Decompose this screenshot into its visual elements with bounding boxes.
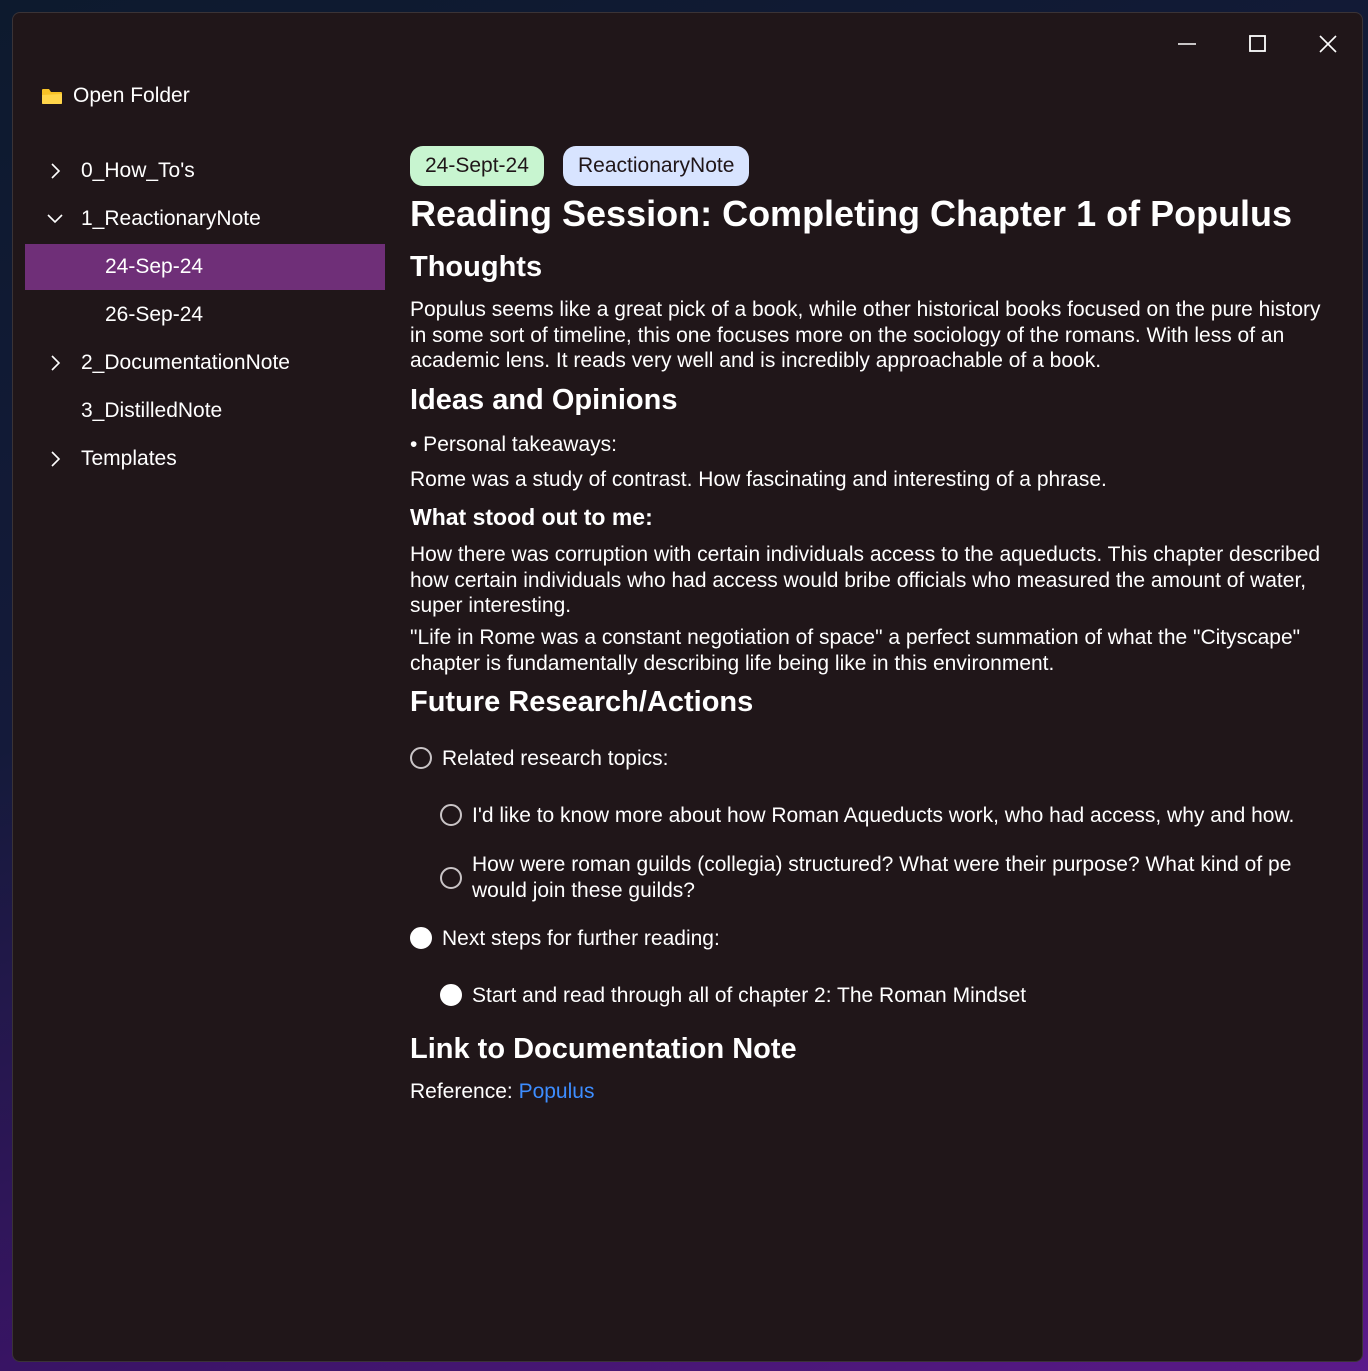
chevron-right-icon xyxy=(51,451,61,467)
sidebar-item-documentation-note[interactable]: 2_DocumentationNote xyxy=(25,340,385,386)
open-folder-button[interactable]: Open Folder xyxy=(41,81,190,111)
task-text: I'd like to know more about how Roman Aq… xyxy=(472,804,1295,827)
task-checkbox-checked[interactable] xyxy=(440,984,462,1006)
sidebar-item-distilled-note[interactable]: 3_DistilledNote xyxy=(25,388,385,434)
heading-ideas: Ideas and Opinions xyxy=(410,384,678,416)
takeaway-text: Rome was a study of contrast. How fascin… xyxy=(410,468,1107,491)
thoughts-paragraph: Populus seems like a great pick of a boo… xyxy=(410,298,1321,372)
sidebar-item-24-sep-24[interactable]: 24-Sep-24 xyxy=(25,244,385,290)
sidebar-item-label: 24-Sep-24 xyxy=(105,255,204,278)
note-view: 24-Sept-24 ReactionaryNote Reading Sessi… xyxy=(410,13,1362,1361)
chevron-right-icon xyxy=(51,163,61,179)
heading-thoughts: Thoughts xyxy=(410,251,543,283)
task-checkbox[interactable] xyxy=(440,804,462,826)
task-checkbox-checked[interactable] xyxy=(410,927,432,949)
tag-note-type[interactable]: ReactionaryNote xyxy=(563,146,750,186)
sidebar-item-label: Templates xyxy=(81,447,177,470)
sidebar-item-label: 26-Sep-24 xyxy=(105,303,204,326)
sidebar-item-how-tos[interactable]: 0_How_To's xyxy=(25,148,385,194)
heading-stood-out: What stood out to me: xyxy=(410,504,653,530)
task-next-steps: Next steps for further reading: xyxy=(410,926,720,952)
reference-line: Reference: Populus xyxy=(410,1080,594,1104)
tag-date[interactable]: 24-Sept-24 xyxy=(410,146,544,186)
sidebar: Open Folder 0_How_To's 1_ReactionaryNote… xyxy=(13,13,386,1361)
stood-out-paragraph-1: How there was corruption with certain in… xyxy=(410,543,1321,617)
heading-link-documentation: Link to Documentation Note xyxy=(410,1033,797,1065)
task-checkbox[interactable] xyxy=(410,747,432,769)
task-text-continued: would join these guilds? xyxy=(472,879,695,902)
task-text: Start and read through all of chapter 2:… xyxy=(472,984,1027,1007)
reference-label: Reference: xyxy=(410,1080,519,1103)
note-title: Reading Session: Completing Chapter 1 of… xyxy=(410,193,1293,234)
bullet-personal-takeaways: • Personal takeaways: xyxy=(410,433,617,456)
folder-icon xyxy=(42,89,62,104)
task-checkbox[interactable] xyxy=(440,867,462,889)
task-guilds: How were roman guilds (collegia) structu… xyxy=(440,852,1291,904)
stood-out-paragraph-2: "Life in Rome was a constant negotiation… xyxy=(410,626,1301,675)
chevron-down-icon xyxy=(47,214,63,224)
task-chapter-2: Start and read through all of chapter 2:… xyxy=(440,983,1026,1009)
reference-link[interactable]: Populus xyxy=(519,1080,595,1103)
sidebar-item-label: 3_DistilledNote xyxy=(81,399,223,422)
sidebar-item-templates[interactable]: Templates xyxy=(25,436,385,482)
sidebar-item-reactionary-note[interactable]: 1_ReactionaryNote xyxy=(25,196,385,242)
open-folder-label: Open Folder xyxy=(73,84,190,107)
app-window: Open Folder 0_How_To's 1_ReactionaryNote… xyxy=(12,12,1363,1362)
sidebar-item-label: 0_How_To's xyxy=(81,159,195,182)
sidebar-item-26-sep-24[interactable]: 26-Sep-24 xyxy=(25,292,385,338)
sidebar-item-label: 2_DocumentationNote xyxy=(81,351,290,374)
task-text: Next steps for further reading: xyxy=(442,927,720,950)
task-related-topics: Related research topics: xyxy=(410,746,668,772)
task-text: Related research topics: xyxy=(442,747,669,770)
sidebar-item-label: 1_ReactionaryNote xyxy=(81,207,261,230)
chevron-right-icon xyxy=(51,355,61,371)
task-text: How were roman guilds (collegia) structu… xyxy=(472,853,1292,876)
task-aqueducts: I'd like to know more about how Roman Aq… xyxy=(440,803,1294,829)
heading-future-research: Future Research/Actions xyxy=(410,686,754,718)
